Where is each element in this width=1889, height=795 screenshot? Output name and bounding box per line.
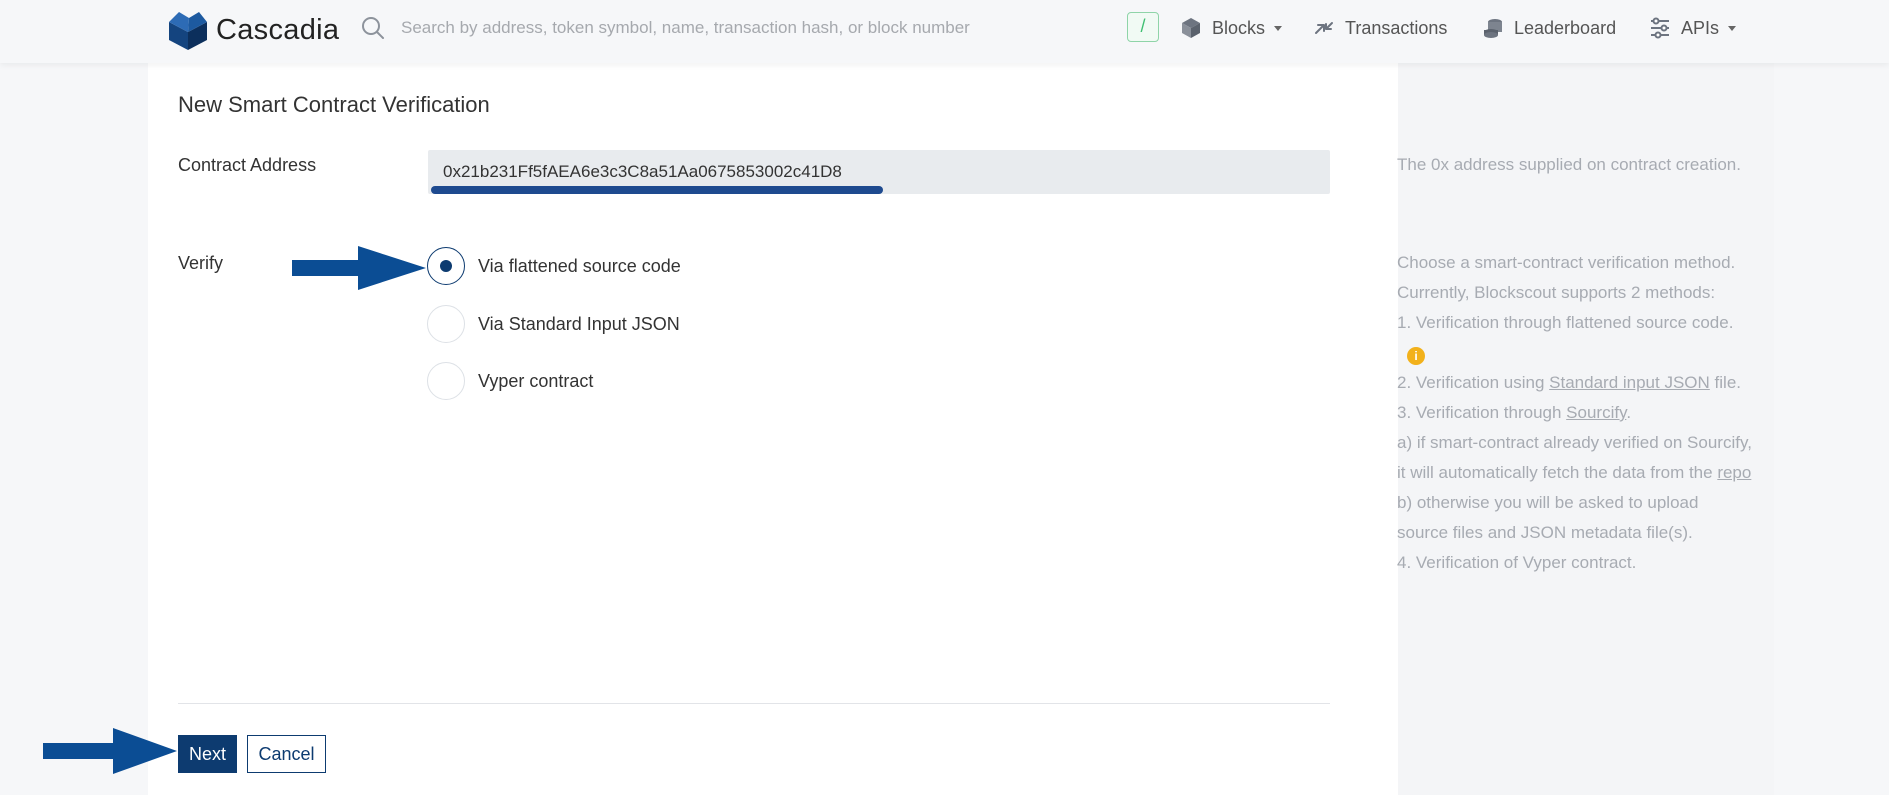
sliders-icon [1651, 17, 1669, 39]
address-help-text: The 0x address supplied on contract crea… [1397, 155, 1741, 174]
coins-stack-icon [1484, 19, 1502, 38]
brand-name: Cascadia [216, 13, 340, 46]
radio-label-flattened: Via flattened source code [478, 255, 681, 276]
method-item-3: 3. Verification through Sourcify. [1397, 403, 1632, 422]
method-intro: Choose a smart-contract verification met… [1397, 253, 1736, 302]
nav-transactions-label: Transactions [1345, 17, 1448, 38]
method-help: Choose a smart-contract verification met… [1397, 248, 1752, 578]
method-item-1: 1. Verification through flattened source… [1397, 313, 1734, 365]
radio-button[interactable] [427, 362, 465, 400]
page-title: New Smart Contract Verification [178, 92, 490, 117]
radio-label-standard-json: Via Standard Input JSON [478, 313, 680, 334]
chevron-down-icon [1274, 25, 1283, 31]
contract-address-label: Contract Address [178, 155, 317, 175]
method-item-4: 4. Verification of Vyper contract. [1397, 553, 1637, 572]
method-item-2: 2. Verification using Standard input JSO… [1397, 373, 1741, 392]
nav-apis[interactable]: APIs [1649, 12, 1737, 44]
transactions-arrows-icon [1315, 22, 1333, 34]
method-item-3a: a) if smart-contract already verified on… [1397, 433, 1752, 482]
standard-input-json-link[interactable]: Standard input JSON [1549, 373, 1710, 392]
annotation-arrow-icon [43, 728, 177, 774]
search-bar [360, 8, 1160, 48]
nav-leaderboard-label: Leaderboard [1514, 17, 1617, 38]
sourcify-link[interactable]: Sourcify [1566, 403, 1626, 422]
nav-leaderboard[interactable]: Leaderboard [1482, 12, 1616, 44]
cancel-button[interactable]: Cancel [247, 735, 326, 773]
cube-logo-icon [169, 12, 207, 50]
info-icon[interactable]: i [1407, 347, 1425, 365]
nav-apis-label: APIs [1681, 17, 1720, 38]
nav-blocks-label: Blocks [1212, 17, 1266, 38]
repo-link[interactable]: repo [1717, 463, 1751, 482]
highlight-underline [431, 186, 883, 194]
chevron-down-icon [1728, 25, 1737, 31]
method-item-3b: b) otherwise you will be asked to upload… [1397, 493, 1699, 542]
search-input[interactable] [401, 18, 1101, 38]
radio-option-standard-json[interactable]: Via Standard Input JSON [427, 305, 680, 343]
nav-transactions[interactable]: Transactions [1313, 12, 1447, 44]
radio-option-vyper[interactable]: Vyper contract [427, 362, 593, 400]
radio-button[interactable] [427, 305, 465, 343]
nav-blocks[interactable]: Blocks [1180, 12, 1283, 44]
search-icon [362, 17, 384, 39]
cube-icon [1182, 18, 1200, 38]
next-button[interactable]: Next [178, 735, 237, 773]
brand-logo[interactable]: Cascadia [165, 10, 339, 50]
radio-option-flattened[interactable]: Via flattened source code [427, 247, 681, 285]
top-navbar: Cascadia / Blocks Transactions [0, 0, 1889, 63]
verify-label: Verify [178, 253, 224, 273]
radio-label-vyper: Vyper contract [478, 370, 594, 391]
form-divider [178, 703, 1330, 704]
radio-button-checked[interactable] [427, 247, 465, 285]
annotation-arrow-icon [292, 246, 426, 290]
contract-address-value: 0x21b231Ff5fAEA6e3c3C8a51Aa0675853002c41… [443, 162, 842, 181]
search-shortcut-badge: / [1127, 12, 1159, 42]
